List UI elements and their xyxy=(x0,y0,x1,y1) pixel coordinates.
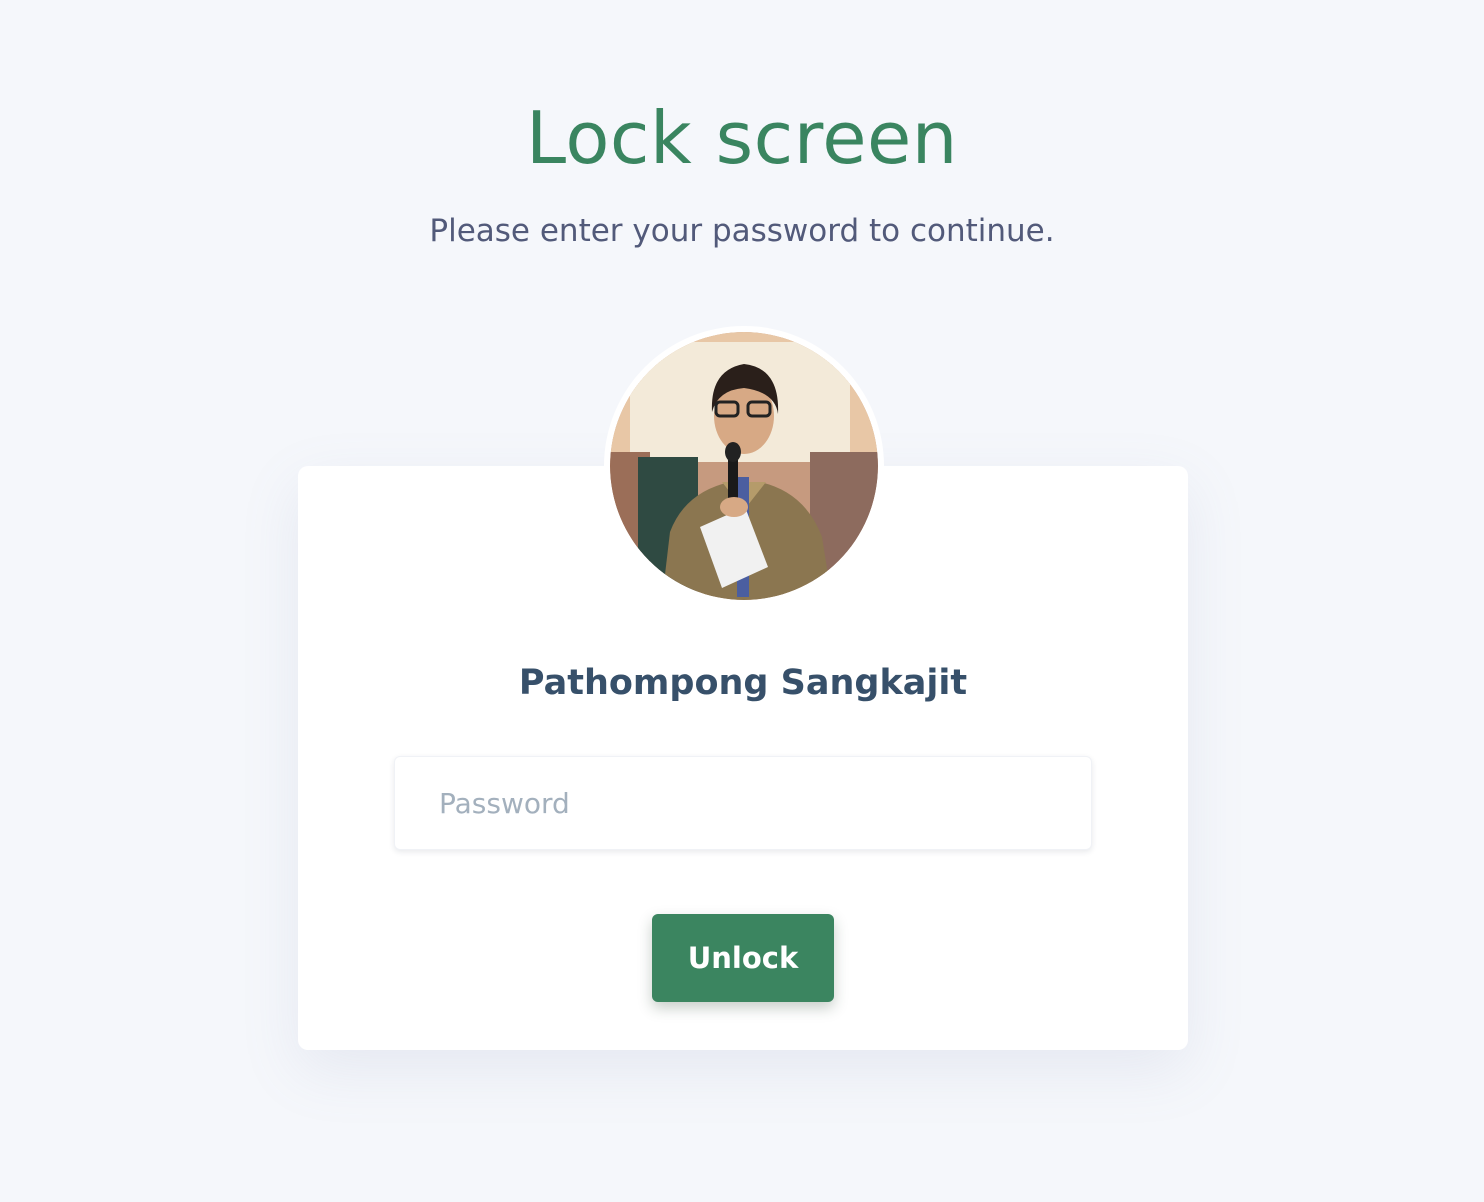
page-title: Lock screen xyxy=(526,96,958,180)
avatar xyxy=(604,326,884,606)
unlock-button[interactable]: Unlock xyxy=(652,914,834,1002)
avatar-photo xyxy=(610,332,878,600)
user-name: Pathompong Sangkajit xyxy=(518,663,968,703)
password-input[interactable] xyxy=(394,756,1092,850)
page-subtitle: Please enter your password to continue. xyxy=(429,213,1055,249)
